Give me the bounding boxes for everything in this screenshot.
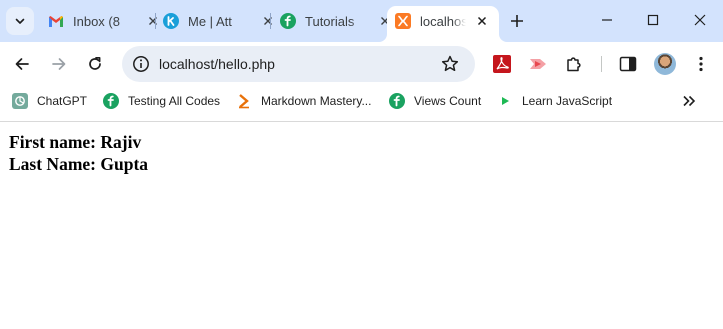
bookmark-label: Markdown Mastery...	[261, 94, 372, 108]
browser-toolbar: localhost/hello.php	[0, 42, 723, 86]
tab-separator	[270, 13, 271, 29]
tab-title: Me | Att	[188, 13, 232, 29]
forward-button[interactable]	[45, 50, 73, 78]
toolbar-separator	[601, 56, 602, 72]
chatgpt-icon	[12, 93, 28, 109]
chevron-logo-icon	[236, 93, 252, 109]
avatar[interactable]	[654, 53, 676, 75]
bookmarks-bar: ChatGPT Testing All Codes Markdown Maste…	[0, 86, 723, 116]
side-panel-icon[interactable]	[618, 54, 638, 74]
close-window-button[interactable]	[677, 0, 723, 40]
minimize-icon	[602, 19, 612, 21]
url-text: localhost/hello.php	[159, 56, 275, 72]
more-bookmarks-button[interactable]	[680, 92, 698, 110]
arrow-left-icon	[15, 58, 29, 70]
maximize-button[interactable]	[630, 0, 676, 40]
close-icon	[694, 14, 706, 26]
bookmark-label: Learn JavaScript	[522, 94, 613, 108]
info-icon[interactable]	[132, 55, 150, 73]
tutorials-logo-icon	[280, 13, 296, 29]
minimize-button[interactable]	[584, 0, 630, 40]
kebab-menu-icon[interactable]	[691, 54, 711, 74]
new-tab-button[interactable]	[505, 9, 529, 33]
tab-me-att[interactable]: Me | Att	[163, 8, 276, 34]
arrow-right-icon	[52, 58, 66, 70]
bookmark-learn-javascript[interactable]: Learn JavaScript	[497, 92, 612, 110]
back-button[interactable]	[8, 50, 36, 78]
puzzle-icon[interactable]	[564, 54, 584, 74]
last-name-line: Last Name: Gupta	[9, 154, 149, 174]
tab-search-button[interactable]	[6, 7, 34, 35]
close-icon[interactable]	[145, 13, 161, 29]
reload-icon	[89, 56, 101, 70]
close-icon[interactable]	[474, 13, 490, 29]
first-name-line: First name: Rajiv	[9, 132, 142, 152]
play-icon	[497, 93, 513, 109]
tab-title: Tutorials	[305, 13, 355, 29]
k-logo-icon	[163, 13, 179, 29]
tab-title: Inbox (8	[73, 13, 120, 29]
xampp-icon	[395, 13, 411, 29]
maximize-icon	[647, 14, 659, 26]
tab-strip: Inbox (8 Me | Att Tutorials localhost	[0, 0, 723, 42]
bookmark-markdown-mastery[interactable]: Markdown Mastery...	[236, 92, 371, 110]
bookmark-chatgpt[interactable]: ChatGPT	[12, 92, 87, 110]
bookmark-label: Views Count	[414, 94, 482, 108]
gmail-icon	[48, 13, 64, 29]
double-chevron-right-icon	[683, 95, 696, 107]
star-icon[interactable]	[440, 54, 460, 74]
tab-tutorials[interactable]: Tutorials	[280, 8, 393, 34]
close-icon[interactable]	[260, 13, 276, 29]
tutorials-logo-icon	[389, 93, 405, 109]
chevron-down-icon	[15, 18, 25, 24]
bookmark-views-count[interactable]: Views Count	[389, 92, 481, 110]
address-bar[interactable]: localhost/hello.php	[122, 46, 475, 82]
bookmark-label: Testing All Codes	[128, 94, 221, 108]
tab-separator	[155, 13, 156, 29]
tab-inbox[interactable]: Inbox (8	[48, 8, 161, 34]
tab-title: localhost	[420, 13, 466, 29]
pdf-extension-icon[interactable]	[492, 54, 512, 74]
tutorials-logo-icon	[103, 93, 119, 109]
reload-button[interactable]	[81, 50, 109, 78]
plus-icon	[511, 15, 523, 27]
record-extension-icon[interactable]	[528, 54, 548, 74]
tab-localhost[interactable]: localhost	[395, 8, 490, 34]
bookmark-testing-all-codes[interactable]: Testing All Codes	[103, 92, 220, 110]
page-content: First name: Rajiv Last Name: Gupta	[0, 122, 723, 329]
bookmark-label: ChatGPT	[37, 94, 88, 108]
